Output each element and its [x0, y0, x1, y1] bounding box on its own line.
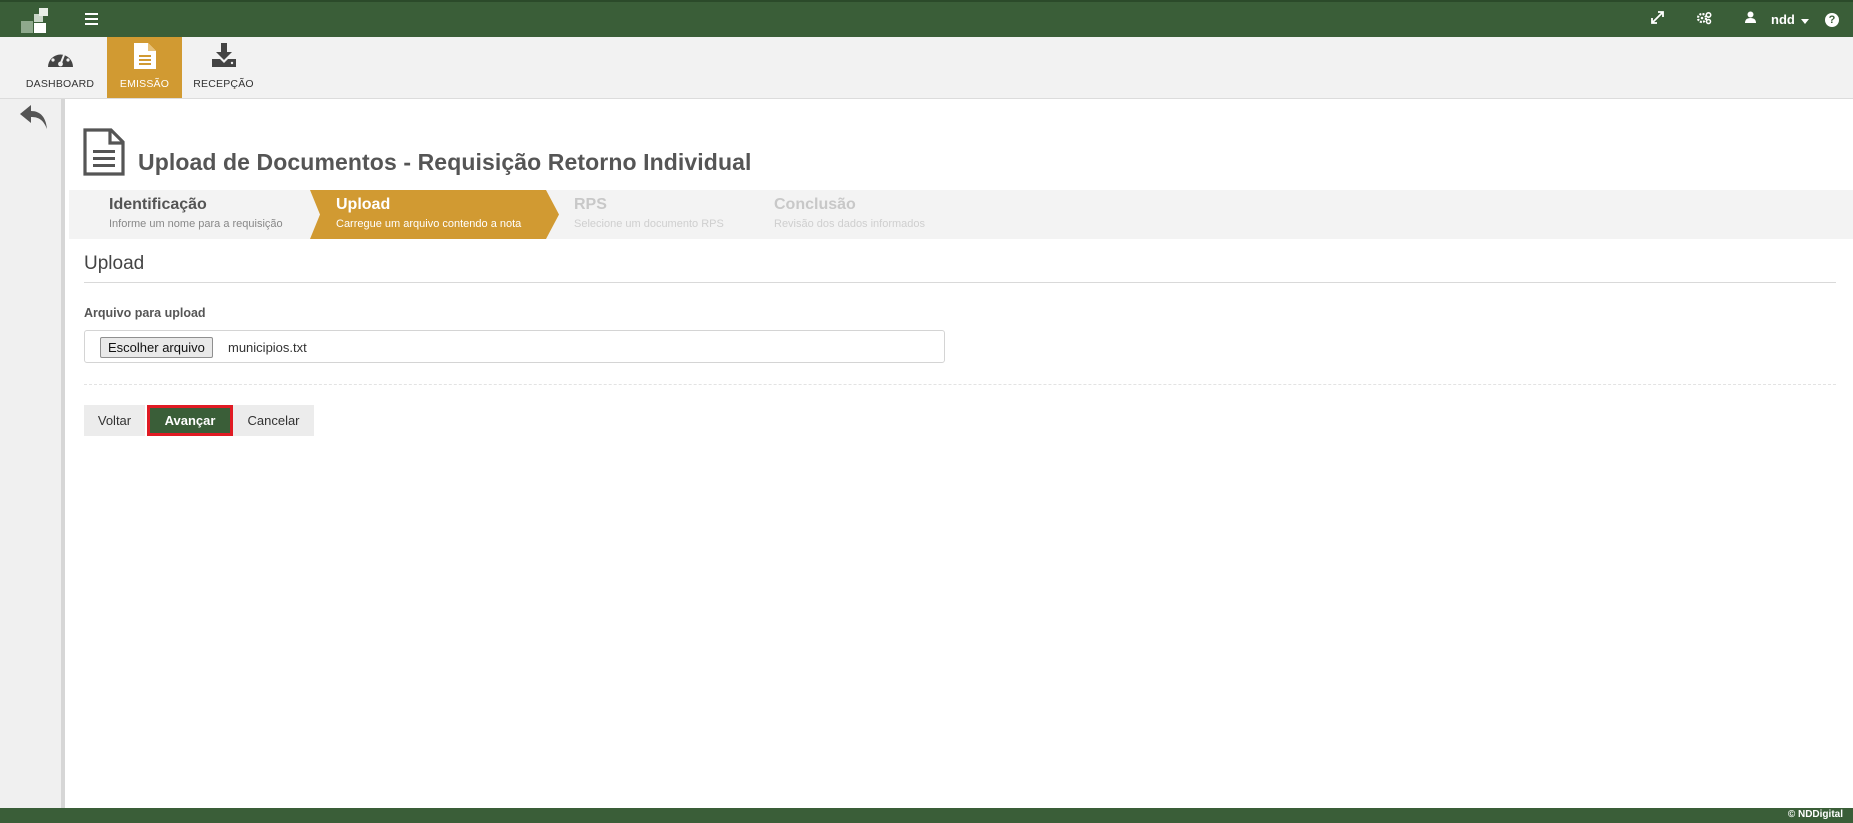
wizard-step-title: Conclusão — [774, 196, 856, 213]
choose-file-button[interactable]: Escolher arquivo — [100, 337, 213, 358]
back-button[interactable]: Voltar — [84, 405, 145, 436]
settings-gears-icon[interactable] — [1696, 11, 1712, 28]
download-icon — [212, 43, 236, 67]
section-divider — [84, 282, 1836, 283]
document-page-icon — [83, 128, 125, 181]
module-emissao-label: EMISSÃO — [119, 78, 170, 90]
module-dashboard-label: DASHBOARD — [25, 78, 95, 90]
expand-icon[interactable] — [1651, 11, 1664, 27]
wizard-step-title: RPS — [574, 196, 607, 213]
wizard-step-subtitle: Selecione um documento RPS — [574, 218, 724, 230]
dashboard-gauge-icon — [48, 49, 73, 67]
wizard-step-identificacao[interactable]: Identificação Informe um nome para a req… — [69, 190, 312, 239]
wizard-step-rps: RPS Selecione um documento RPS — [574, 190, 764, 239]
help-icon[interactable]: ? — [1825, 13, 1839, 27]
cancel-button[interactable]: Cancelar — [233, 405, 314, 436]
wizard-step-conclusao: Conclusão Revisão dos dados informados — [774, 190, 974, 239]
next-button[interactable]: Avançar — [147, 405, 233, 436]
back-arrow-icon[interactable] — [19, 103, 49, 136]
module-emissao[interactable]: EMISSÃO — [107, 37, 182, 98]
form-divider — [84, 384, 1836, 385]
wizard-step-subtitle: Revisão dos dados informados — [774, 218, 926, 230]
wizard-step-subtitle: Informe um nome para a requisição — [109, 218, 283, 230]
user-menu[interactable]: ndd — [1771, 12, 1795, 27]
module-recepcao[interactable]: RECEPÇÃO — [190, 37, 257, 98]
wizard-step-title: Identificação — [109, 196, 207, 213]
module-recepcao-label: RECEPÇÃO — [193, 78, 254, 90]
module-dashboard[interactable]: DASHBOARD — [22, 37, 98, 98]
footer: © NDDigital — [0, 808, 1853, 823]
section-title: Upload — [84, 253, 145, 274]
wizard-step-subtitle: Carregue um arquivo contendo a nota — [336, 218, 522, 230]
wizard-step-upload[interactable]: Upload Carregue um arquivo contendo a no… — [312, 190, 552, 239]
chevron-down-icon[interactable] — [1801, 19, 1809, 24]
menu-icon[interactable] — [85, 13, 98, 25]
document-icon — [134, 43, 156, 69]
file-upload-label: Arquivo para upload — [84, 306, 206, 320]
top-navbar: ndd ? — [0, 0, 1853, 37]
selected-file-name: municipios.txt — [228, 340, 307, 355]
user-icon[interactable] — [1745, 11, 1756, 26]
module-bar: DASHBOARD EMISSÃO RECEPÇÃO — [0, 37, 1853, 125]
app-logo[interactable] — [21, 8, 49, 34]
page-title: Upload de Documentos - Requisição Retorn… — [138, 149, 752, 175]
wizard-step-title: Upload — [336, 196, 391, 213]
copyright-text: © NDDigital — [1787, 809, 1843, 820]
main-content: Upload de Documentos - Requisição Retorn… — [69, 99, 1853, 808]
file-upload-field[interactable]: Escolher arquivo municipios.txt — [84, 330, 945, 363]
wizard-steps: Identificação Informe um nome para a req… — [69, 190, 1853, 239]
left-sidebar — [0, 99, 65, 808]
